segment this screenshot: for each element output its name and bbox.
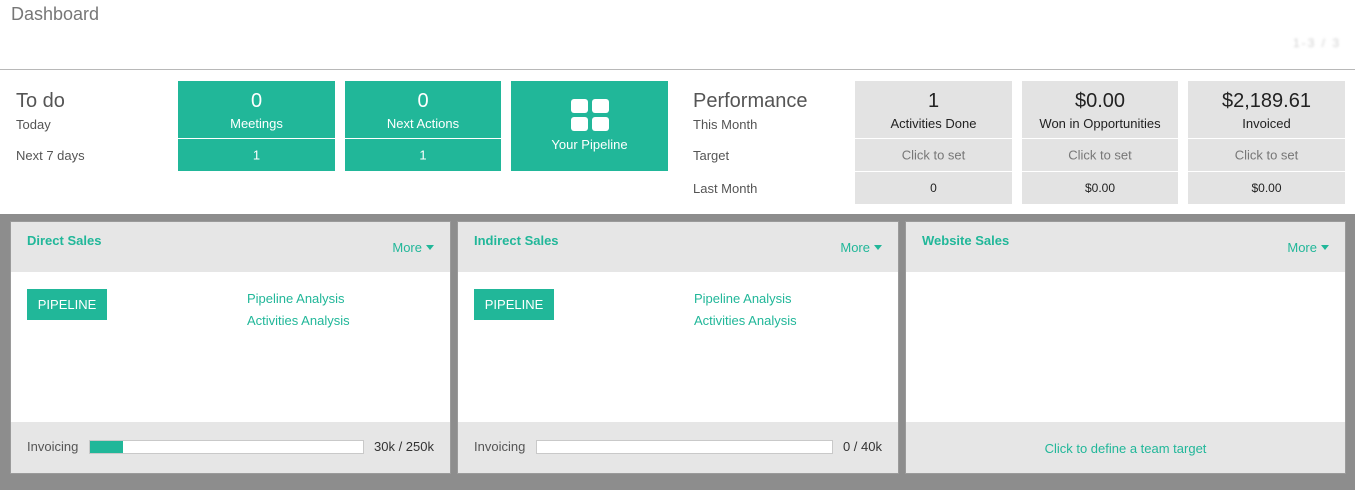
card-header: Direct Sales More [11,222,450,272]
next-actions-next7-count: 1 [419,147,427,163]
meetings-next7-tile[interactable]: 1 [178,139,335,171]
next-actions-count: 0 [417,90,429,112]
invoicing-progress-fill [90,441,123,453]
grid-icon [511,99,668,131]
won-opportunities-value: $0.00 [1074,90,1126,112]
caret-down-icon [426,245,434,250]
invoiced-last-month-tile: $0.00 [1188,172,1345,204]
team-card-direct-sales: Direct Sales More PIPELINE Pipeline Anal… [11,222,450,473]
perf-row-target: Target [693,148,730,163]
sales-summary: To do Today Next 7 days 0 Meetings 1 0 N… [0,71,1355,214]
card-header: Website Sales More [906,222,1345,272]
more-dropdown[interactable]: More [840,240,882,255]
control-panel: Dashboard 1-3 / 3 [0,0,1355,70]
pipeline-analysis-link[interactable]: Pipeline Analysis [694,291,792,306]
more-dropdown[interactable]: More [392,240,434,255]
invoiced-last-month: $0.00 [1251,181,1282,195]
activities-done-label: Activities Done [890,116,977,131]
activities-analysis-link[interactable]: Activities Analysis [247,313,350,328]
todo-row-next7: Next 7 days [16,148,85,163]
pager[interactable]: 1-3 / 3 [1293,36,1341,50]
meetings-count: 0 [250,90,263,112]
card-header: Indirect Sales More [458,222,898,272]
meetings-label: Meetings [230,116,283,131]
invoicing-value[interactable]: 30k / 250k [374,439,434,454]
next-actions-today-tile[interactable]: 0 Next Actions [345,81,501,138]
performance-title: Performance [693,90,808,112]
todo-title: To do [16,90,65,112]
caret-down-icon [1321,245,1329,250]
next-actions-label: Next Actions [386,116,460,131]
your-pipeline-label: Your Pipeline [551,137,628,152]
won-last-month: $0.00 [1084,181,1116,195]
invoicing-label: Invoicing [474,439,526,454]
team-card-indirect-sales: Indirect Sales More PIPELINE Pipeline An… [458,222,898,473]
won-target-tile[interactable]: Click to set [1022,139,1178,171]
pipeline-button[interactable]: PIPELINE [27,289,107,320]
card-footer: Click to define a team target [906,422,1345,473]
more-label: More [840,240,870,255]
perf-row-last-month: Last Month [693,181,758,196]
pipeline-analysis-link[interactable]: Pipeline Analysis [247,291,345,306]
activities-target: Click to set [901,147,966,163]
activities-analysis-link[interactable]: Activities Analysis [694,313,797,328]
meetings-next7-count: 1 [252,147,261,163]
invoicing-value[interactable]: 0 / 40k [843,439,882,454]
team-name[interactable]: Direct Sales [27,233,101,248]
won-opportunities-tile[interactable]: $0.00 Won in Opportunities [1022,81,1178,138]
invoiced-value: $2,189.61 [1222,90,1311,112]
won-last-month-tile: $0.00 [1022,172,1178,204]
activities-last-month: 0 [930,181,937,195]
activities-done-tile[interactable]: 1 Activities Done [855,81,1012,138]
todo-row-today: Today [16,117,51,132]
activities-last-month-tile: 0 [855,172,1012,204]
page-title: Dashboard [11,4,100,24]
activities-target-tile[interactable]: Click to set [855,139,1012,171]
caret-down-icon [874,245,882,250]
more-label: More [392,240,422,255]
sales-teams-board: Direct Sales More PIPELINE Pipeline Anal… [0,214,1355,490]
won-target: Click to set [1068,147,1132,163]
team-name[interactable]: Indirect Sales [474,233,559,248]
invoiced-target-tile[interactable]: Click to set [1188,139,1345,171]
invoicing-progress-bar [89,440,364,454]
won-opportunities-label: Won in Opportunities [1039,116,1161,131]
invoicing-progress-bar [536,440,833,454]
invoiced-label: Invoiced [1242,116,1291,131]
card-footer: Invoicing 30k / 250k [11,422,450,473]
invoiced-target: Click to set [1234,147,1299,163]
team-name[interactable]: Website Sales [922,233,1009,248]
activities-done-value: 1 [927,90,940,112]
invoicing-label: Invoicing [27,439,79,454]
your-pipeline-tile[interactable]: Your Pipeline [511,81,668,171]
team-card-website-sales: Website Sales More Click to define a tea… [906,222,1345,473]
define-team-target-link[interactable]: Click to define a team target [906,441,1345,456]
more-label: More [1287,240,1317,255]
more-dropdown[interactable]: More [1287,240,1329,255]
pipeline-button[interactable]: PIPELINE [474,289,554,320]
meetings-today-tile[interactable]: 0 Meetings [178,81,335,138]
next-actions-next7-tile[interactable]: 1 [345,139,501,171]
invoiced-tile[interactable]: $2,189.61 Invoiced [1188,81,1345,138]
perf-row-this-month: This Month [693,117,758,132]
card-footer: Invoicing 0 / 40k [458,422,898,473]
